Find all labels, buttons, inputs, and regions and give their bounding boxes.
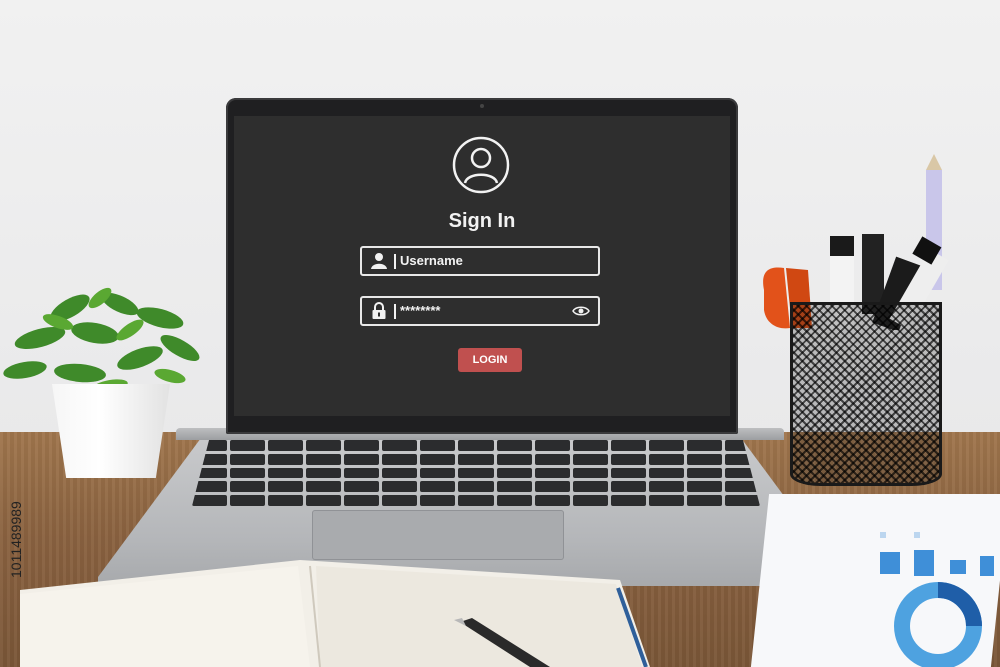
laptop-display: Sign In Username ******** LOGIN	[234, 116, 730, 416]
text-cursor	[394, 254, 396, 269]
user-icon	[371, 253, 387, 269]
report-charts	[880, 532, 994, 667]
sign-in-title: Sign In	[448, 210, 516, 232]
lock-icon	[372, 302, 386, 319]
webcam	[480, 104, 484, 108]
laptop-screen-bezel: Sign In Username ******** LOGIN	[226, 98, 738, 434]
plant-leaves	[3, 287, 200, 393]
username-value: Username	[400, 253, 463, 268]
password-field[interactable]: ********	[360, 296, 600, 326]
text-cursor	[394, 304, 396, 319]
open-notebook	[20, 560, 650, 667]
user-avatar-icon	[452, 136, 510, 194]
login-button[interactable]: LOGIN	[458, 348, 522, 372]
eye-icon[interactable]	[572, 304, 590, 318]
white-plant-pot	[52, 384, 170, 478]
login-form: Sign In Username ******** LOGIN	[234, 116, 730, 416]
laptop-trackpad	[312, 510, 564, 560]
password-value: ********	[400, 303, 441, 318]
stock-id: 1011489989	[8, 501, 24, 579]
laptop-keyboard	[192, 440, 760, 506]
username-field[interactable]: Username	[360, 246, 600, 276]
mesh-pen-holder	[790, 302, 942, 486]
